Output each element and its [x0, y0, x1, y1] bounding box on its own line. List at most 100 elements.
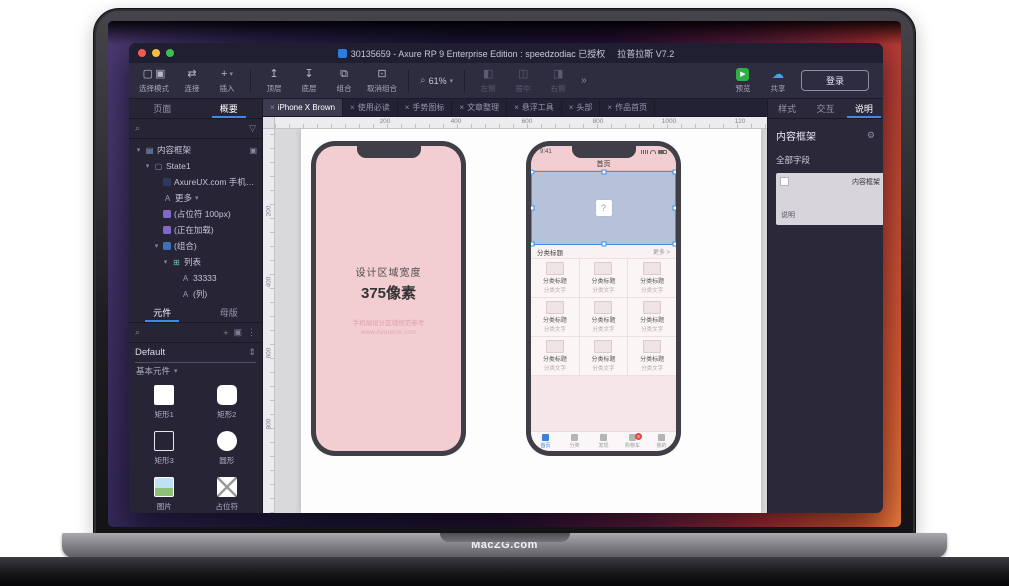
preview-button[interactable]: ▶ 预览 — [731, 68, 755, 94]
insert-button[interactable]: +▾ 插入 — [215, 68, 239, 94]
share-button[interactable]: ☁ 共享 — [766, 68, 790, 94]
toolbar-overflow-icon[interactable]: » — [581, 75, 587, 86]
zoom-button[interactable] — [166, 49, 174, 57]
doc-tab[interactable]: × iPhone X Brown — [263, 99, 343, 116]
close-icon[interactable]: × — [350, 103, 355, 112]
folder-icon[interactable]: ▣ — [233, 327, 242, 338]
doc-tab[interactable]: × 作品首页 — [600, 99, 655, 116]
align-left-button[interactable]: ◧ 左侧 — [476, 68, 500, 94]
doc-tab[interactable]: × 悬浮工具 — [507, 99, 562, 116]
phone-screen-wireframe[interactable]: 9:41 首页 — [531, 146, 676, 451]
component-circle[interactable]: 圆形 — [196, 425, 259, 471]
zoom-control[interactable]: ⌕ 61% ▾ — [420, 75, 453, 86]
chevron-down-icon[interactable]: ▾ — [144, 162, 151, 170]
category-cell[interactable]: 分类标题分类文字 — [628, 298, 676, 336]
category-cell[interactable]: 分类标题分类文字 — [580, 298, 628, 336]
doc-tab-label: 悬浮工具 — [522, 102, 554, 113]
ungroup-button[interactable]: ⊡ 取消组合 — [367, 68, 397, 94]
send-back-icon: ↧ — [304, 68, 313, 81]
tree-item[interactable]: ▾ ▤ 内容框架 ▣ — [129, 142, 262, 158]
tree-item[interactable]: ▾ ⊞ 列表 — [129, 254, 262, 270]
category-cell[interactable]: 分类标题分类文字 — [628, 259, 676, 297]
chevron-down-icon[interactable]: ▾ — [135, 146, 142, 154]
components-search[interactable]: ⌕ + ▣ ⋮ — [129, 323, 262, 343]
category-cell[interactable]: 分类标题分类文字 — [531, 259, 579, 297]
group-button[interactable]: ⧉ 组合 — [332, 68, 356, 94]
category-cell[interactable]: 分类标题分类文字 — [531, 337, 579, 375]
tree-item[interactable]: A (列) — [129, 286, 262, 302]
tree-item[interactable]: A 33333 — [129, 270, 262, 286]
insert-label: 插入 — [220, 83, 235, 94]
bring-to-front-button[interactable]: ↥ 顶层 — [262, 68, 286, 94]
category-cell[interactable]: 分类标题分类文字 — [580, 259, 628, 297]
design-canvas[interactable]: 设计区域宽度 375像素 手机端设计区域规范参考 www.AxureUX.com — [275, 129, 767, 513]
component-rectangle3[interactable]: 矩形3 — [133, 425, 196, 471]
doc-tab[interactable]: × 手势图标 — [398, 99, 453, 116]
banner-placeholder[interactable]: ? — [531, 171, 676, 245]
align-center-button[interactable]: ◫ 居中 — [511, 68, 535, 94]
library-select[interactable]: Default ⇕ — [135, 343, 256, 363]
tabbar-item-home[interactable]: 首页 — [531, 432, 560, 451]
tabbar-item-profile[interactable]: 我的 — [647, 432, 676, 451]
close-icon[interactable]: × — [514, 103, 519, 112]
tree-item[interactable]: (占位符 100px) — [129, 206, 262, 222]
section-basic-widgets[interactable]: 基本元件 ▾ — [129, 363, 262, 379]
add-icon[interactable]: + — [223, 328, 228, 338]
edit-state-icon[interactable]: ▣ — [249, 146, 257, 155]
close-icon[interactable]: × — [607, 103, 612, 112]
connect-icon: ⇄ — [187, 68, 196, 81]
component-rectangle1[interactable]: 矩形1 — [133, 379, 196, 425]
align-right-button[interactable]: ◨ 右侧 — [546, 68, 570, 94]
component-image[interactable]: 图片 — [133, 471, 196, 513]
note-fields-box[interactable]: 内容框架 说明 — [776, 173, 883, 225]
component-rectangle2[interactable]: 矩形2 — [196, 379, 259, 425]
components-grid: 矩形1 矩形2 矩形3 — [129, 379, 262, 513]
kebab-menu-icon[interactable]: ⋮ — [247, 327, 256, 338]
connect-button[interactable]: ⇄ 连接 — [180, 68, 204, 94]
outline-search[interactable]: ⌕ ▽ — [129, 119, 262, 139]
login-button[interactable]: 登录 — [801, 70, 869, 91]
category-cell[interactable]: 分类标题分类文字 — [531, 298, 579, 336]
tab-outline[interactable]: 概要 — [196, 99, 263, 118]
tree-item[interactable]: (正在加载) — [129, 222, 262, 238]
tree-item[interactable]: A 更多 ▾ — [129, 190, 262, 206]
component-placeholder[interactable]: 占位符 — [196, 471, 259, 513]
chevron-down-icon[interactable]: ▾ — [153, 242, 160, 250]
tabbar-item-discover[interactable]: 发现 — [589, 432, 618, 451]
chevron-down-icon[interactable]: ▾ — [162, 258, 169, 266]
tab-masters[interactable]: 母版 — [196, 303, 263, 322]
tab-components[interactable]: 元件 — [129, 303, 196, 322]
tab-style[interactable]: 样式 — [768, 99, 806, 118]
phone-mockup-spec[interactable]: 设计区域宽度 375像素 手机端设计区域规范参考 www.AxureUX.com — [311, 141, 466, 456]
filter-icon[interactable]: ▽ — [249, 123, 256, 134]
phone-mockup-home[interactable]: 9:41 首页 — [526, 141, 681, 456]
placeholder-icon — [163, 210, 171, 218]
tree-item[interactable]: AxureUX.com 手机移动 — [129, 174, 262, 190]
doc-tab[interactable]: × 头部 — [562, 99, 601, 116]
tabbar-item-category[interactable]: 分类 — [560, 432, 589, 451]
category-cell[interactable]: 分类标题分类文字 — [580, 337, 628, 375]
components-tabbar: 元件 母版 — [129, 303, 262, 323]
send-to-back-button[interactable]: ↧ 底层 — [297, 68, 321, 94]
tree-item[interactable]: ▾ (组合) — [129, 238, 262, 254]
category-cell[interactable]: 分类标题分类文字 — [628, 337, 676, 375]
select-mode-button[interactable]: ▢▣ 选择模式 — [139, 68, 169, 94]
tree-item[interactable]: ▾ ▢ State1 — [129, 158, 262, 174]
page-header-title: 首页 — [597, 159, 611, 169]
tab-note[interactable]: 说明 — [845, 99, 883, 118]
phone-screen-pink[interactable]: 设计区域宽度 375像素 手机端设计区域规范参考 www.AxureUX.com — [316, 146, 461, 451]
doc-tab[interactable]: × 使用必读 — [343, 99, 398, 116]
close-icon[interactable]: × — [405, 103, 410, 112]
ruler-number: 120 — [735, 118, 746, 125]
tab-pages[interactable]: 页面 — [129, 99, 196, 118]
close-button[interactable] — [138, 49, 146, 57]
more-link[interactable]: 更多 > — [653, 247, 670, 256]
tab-interaction[interactable]: 交互 — [806, 99, 844, 118]
minimize-button[interactable] — [152, 49, 160, 57]
gear-icon[interactable]: ⚙ — [867, 130, 875, 141]
doc-tab[interactable]: × 文章整理 — [452, 99, 507, 116]
close-icon[interactable]: × — [569, 103, 574, 112]
close-icon[interactable]: × — [270, 103, 275, 112]
close-icon[interactable]: × — [459, 103, 464, 112]
tabbar-item-cart[interactable]: 6购物车 — [618, 432, 647, 451]
